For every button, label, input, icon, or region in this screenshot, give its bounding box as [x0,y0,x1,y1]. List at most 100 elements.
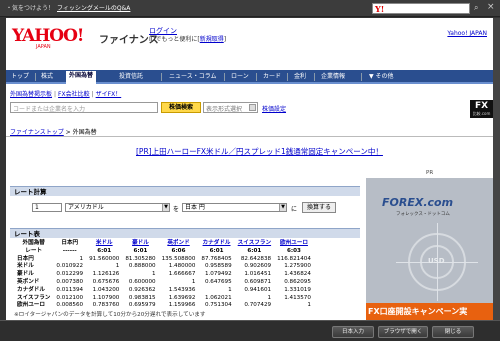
rate-calculator: 1 アメリカドル ▼ を 日本 円 ▼ に 換算する [10,198,360,216]
time-chf: 6:01 [247,247,262,254]
nav-separator [35,73,36,81]
nav-item-card[interactable]: カード [260,72,284,82]
phishing-notice: ・気をつけよう！ フィッシングメールのQ&A [6,3,130,12]
forex-logo-sub: フォレックス・ドットコム [396,212,450,217]
col-aud[interactable]: 豪ドル [122,240,158,248]
breadcrumb-home[interactable]: ファイナンストップ [10,129,64,136]
nav-separator [224,73,225,81]
time-cad: 6:01 [209,247,224,254]
nav-separator [361,73,362,81]
nav-item-top[interactable]: トップ [8,72,32,82]
table-cell: 1 [307,302,311,309]
yahoo-top-link[interactable]: Yahoo! JAPAN [447,30,487,37]
table-cell: 1.275900 [284,263,311,270]
stock-search-row: コードまたは企業名を入力 株価検索 表示形式選択 株価設定 [10,102,490,114]
nav-item-stocks[interactable]: 株式 [38,72,56,82]
display-format-select[interactable]: 表示形式選択 [203,102,258,113]
col-cad[interactable]: カナダドル [198,240,234,248]
table-cell: 0.707429 [244,302,272,309]
web-search-input[interactable]: Y! [372,3,470,14]
table-cell: 1 [152,271,156,278]
nav-item-news[interactable]: ニュース・コラム [166,72,220,82]
time-usd: 6:01 [97,247,112,254]
table-cell: 1.016451 [244,271,272,278]
close-icon[interactable]: × [487,2,495,12]
register-link[interactable]: 新規取得 [200,36,224,43]
subnav-separator: | [54,91,57,98]
nav-separator [287,73,288,81]
phishing-faq-link[interactable]: フィッシングメールのQ&A [57,5,130,12]
table-cell: 1.107900 [92,294,120,301]
subnav-zai-fx[interactable]: ザイFX！ [96,91,122,98]
rate-table-heading: レート表 [10,228,360,238]
subnav-board[interactable]: 外国為替掲示板 [10,91,52,98]
nav-item-forex[interactable]: 外国為替 [66,71,97,84]
time-aud: 6:01 [133,247,148,254]
time-eur: 6:03 [287,247,301,254]
col-gbp[interactable]: 英ポンド [159,240,199,248]
row-label: 英ポンド [17,278,40,285]
pr-label: PR [426,170,434,176]
japanese-input-button[interactable]: 日本入力 [332,326,374,338]
table-cell: 0.862095 [284,278,311,285]
col-usd[interactable]: 米ドル [86,240,122,248]
from-currency-value: アメリカドル [68,204,104,211]
subnav-fx-compare[interactable]: FX会社比較 [58,91,90,98]
table-row: カナダドル 0.011394 1.043200 0.926362 1.54393… [14,287,314,295]
page-header: YAHOO! JAPAN ファイナンス ログイン IDでもっと便利に[新規取得]… [6,18,493,70]
nav-item-funds[interactable]: 投資信託 [116,72,146,82]
notice-text: ・気をつけよう！ [6,5,55,12]
convert-button[interactable]: 換算する [302,202,336,213]
yahoo-logo[interactable]: YAHOO! [12,26,84,46]
col-chf[interactable]: スイスフラン [235,240,274,248]
vertical-scrollbar[interactable] [493,18,500,320]
breadcrumb-sep: > [63,129,73,136]
login-sub-end: ] [223,36,227,43]
stock-search-button[interactable]: 株価検索 [161,102,201,113]
table-cell: 0.941601 [244,286,272,293]
close-button[interactable]: 閉じる [432,326,474,338]
to-currency-select[interactable]: 日本 円 ▼ [182,203,287,212]
table-cell: 81.305280 [125,255,156,262]
table-cell: 0.783760 [92,302,120,309]
table-cell: 1 [228,286,232,293]
chevron-down-icon: ▼ [369,73,374,80]
table-cell: 1 [79,255,84,262]
yahoo-search-icon: Y! [375,4,385,14]
from-currency-select[interactable]: アメリカドル ▼ [65,203,170,212]
chevron-down-icon: ▼ [279,204,286,211]
col-jpy: 日本円 [61,240,79,246]
row-label: 豪ドル [17,271,34,278]
breadcrumb-current: 外国為替 [72,129,97,136]
display-format-placeholder: 表示形式選択 [206,106,243,113]
col-eur[interactable]: 欧州ユーロ [274,240,314,248]
table-cell: 0.012299 [56,271,84,278]
ni-label: に [291,206,298,213]
nav-item-other-label: その他 [375,73,394,80]
table-row: 米ドル 0.010922 1 0.888000 1.480000 0.95858… [14,263,314,271]
stock-settings-link[interactable]: 株価設定 [262,104,286,113]
open-in-browser-button[interactable]: ブラウザで開く [378,326,428,338]
rate-table-header-row: 外国為替 日本円 米ドル 豪ドル 英ポンド カナダドル スイスフラン 欧州ユーロ [14,240,314,248]
ad-center-text: USD [428,257,445,265]
forex-ad-banner[interactable]: FOREX.com フォレックス・ドットコム USD FX口座開設キャンペーン実 [366,178,493,320]
table-cell: 0.888000 [128,263,156,270]
promo-link[interactable]: [PR]上田ハーローFX米ドル／円スプレッド1銭通常固定キャンペーン中！ [136,146,383,157]
web-page: YAHOO! JAPAN ファイナンス ログイン IDでもっと便利に[新規取得]… [6,18,493,320]
table-cell: 0.647695 [204,278,232,285]
stock-code-input[interactable]: コードまたは企業名を入力 [10,102,158,113]
nav-item-other[interactable]: ▼ その他 [366,72,397,82]
nav-item-loan[interactable]: ローン [228,72,252,82]
fx-compare-banner[interactable]: FX 比較.com [470,100,493,118]
fx-banner-text: FX [474,101,489,111]
nav-separator [161,73,162,81]
amount-input[interactable]: 1 [32,203,62,212]
table-cell: 1.666667 [168,271,196,278]
table-cell: 1.331019 [284,286,311,293]
search-icon[interactable]: ⌕ [474,3,484,14]
table-row: 英ポンド 0.007380 0.675676 0.600000 1 0.6476… [14,279,314,287]
nav-item-rates[interactable]: 金利 [291,72,309,82]
rate-calc-heading: レート計算 [10,186,360,196]
chevron-down-icon [249,104,256,111]
nav-item-company[interactable]: 企業情報 [318,72,348,82]
